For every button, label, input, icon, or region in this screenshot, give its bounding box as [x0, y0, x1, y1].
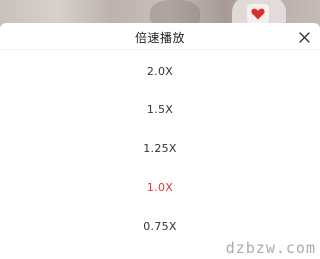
sheet-header: 倍速播放 — [0, 23, 320, 50]
speed-option-1-0x[interactable]: 1.0X — [0, 168, 320, 207]
speed-option-list: 2.0X 1.5X 1.25X 1.0X 0.75X — [0, 52, 320, 246]
speed-option-2-0x[interactable]: 2.0X — [0, 52, 320, 90]
watermark: dzbzw.com — [225, 239, 316, 257]
close-button[interactable] — [294, 27, 314, 47]
heart-badge — [247, 4, 269, 24]
sheet-title: 倍速播放 — [134, 30, 185, 45]
speed-sheet: 倍速播放 2.0X 1.5X 1.25X 1.0X 0.75X — [0, 23, 320, 259]
heart-icon — [251, 8, 265, 20]
close-icon — [298, 31, 310, 43]
speed-option-1-25x[interactable]: 1.25X — [0, 129, 320, 168]
playback-speed-screen: 倍速播放 2.0X 1.5X 1.25X 1.0X 0.75X dzbzw.co… — [0, 0, 320, 259]
speed-option-1-5x[interactable]: 1.5X — [0, 90, 320, 129]
